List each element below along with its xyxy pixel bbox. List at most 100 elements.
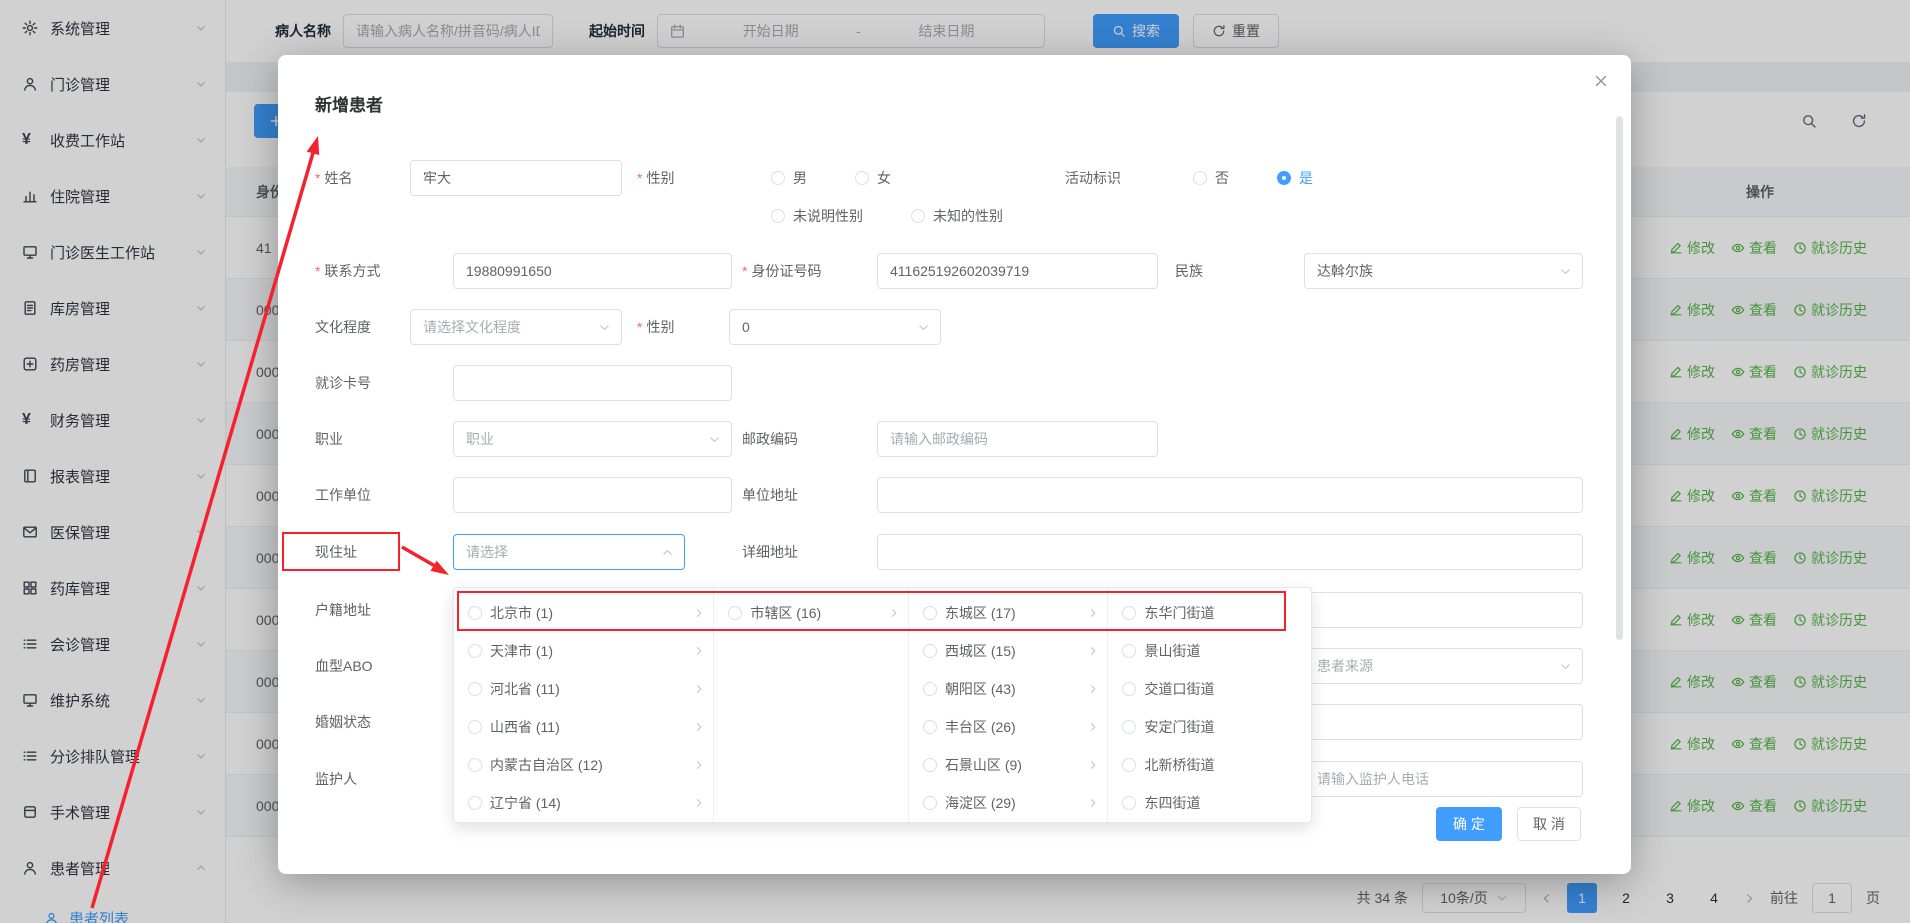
chevron-right-icon (693, 645, 705, 657)
detail-address-label: 详细地址 (742, 534, 798, 570)
visit-card-input[interactable] (453, 365, 732, 401)
address-cascader-dropdown: 北京市 (1) 天津市 (1) 河北省 (11) 山西省 (11) 内蒙古自治区… (453, 587, 1312, 823)
cascader-option-haidian[interactable]: 海淀区 (29) (909, 784, 1108, 822)
marital-status-input[interactable] (1304, 704, 1583, 740)
radio-icon (468, 606, 482, 620)
work-unit-label: 工作单位 (315, 477, 371, 513)
chevron-right-icon (1087, 759, 1099, 771)
radio-icon (1122, 758, 1136, 772)
modal-scrollbar[interactable] (1616, 116, 1623, 640)
guardian-phone-input[interactable] (1304, 761, 1583, 797)
cascader-option-shixiaqu[interactable]: 市辖区 (16) (714, 594, 908, 632)
radio-icon (1122, 720, 1136, 734)
cascader-street-column: 东华门街道 景山街道 交道口街道 安定门街道 北新桥街道 东四街道 (1108, 588, 1311, 822)
work-unit-input[interactable] (453, 477, 732, 513)
radio-icon (1122, 796, 1136, 810)
cascader-option-dongcheng[interactable]: 东城区 (17) (909, 594, 1108, 632)
patient-source-select[interactable]: 患者来源 (1304, 648, 1583, 684)
gender-code-select[interactable]: 0 (729, 309, 941, 345)
radio-icon (911, 209, 925, 223)
gender-radio-group: 男 女 (771, 160, 891, 196)
radio-icon (855, 171, 869, 185)
contact-label: 联系方式 (315, 253, 380, 289)
cascader-option-andingmen[interactable]: 安定门街道 (1108, 708, 1311, 746)
gender-code-label: 性别 (637, 309, 674, 345)
radio-icon (468, 644, 482, 658)
chevron-down-icon (1559, 660, 1572, 673)
radio-icon (923, 644, 937, 658)
gender-label: 性别 (637, 160, 674, 196)
unit-address-input[interactable] (877, 477, 1583, 513)
household-address-input[interactable] (1304, 592, 1583, 628)
chevron-right-icon (1087, 607, 1099, 619)
radio-icon (468, 720, 482, 734)
chevron-up-icon (661, 546, 674, 559)
chevron-right-icon (888, 607, 900, 619)
radio-icon (1122, 606, 1136, 620)
education-select[interactable]: 请选择文化程度 (410, 309, 622, 345)
gender-female-radio[interactable]: 女 (855, 168, 891, 188)
name-input[interactable] (410, 160, 622, 196)
cascader-option-donghuamen[interactable]: 东华门街道 (1108, 594, 1311, 632)
cascader-option-hebei[interactable]: 河北省 (11) (454, 670, 713, 708)
education-label: 文化程度 (315, 309, 371, 345)
current-address-select[interactable]: 请选择 (453, 534, 685, 570)
add-patient-modal: 新增患者 姓名 性别 男 女 活动标识 否 是 未说明性别 未知的性别 联系方式… (278, 55, 1631, 874)
guardian-label: 监护人 (315, 761, 357, 797)
chevron-right-icon (693, 797, 705, 809)
contact-input[interactable] (453, 253, 732, 289)
active-flag-label: 活动标识 (1065, 160, 1121, 196)
blood-type-label: 血型ABO (315, 648, 373, 684)
cascader-option-shanxi[interactable]: 山西省 (11) (454, 708, 713, 746)
active-flag-no-radio[interactable]: 否 (1193, 168, 1229, 188)
current-address-label: 现住址 (315, 534, 357, 570)
cascader-option-chaoyang[interactable]: 朝阳区 (43) (909, 670, 1108, 708)
chevron-right-icon (1087, 721, 1099, 733)
ethnicity-select[interactable]: 达斡尔族 (1304, 253, 1583, 289)
ethnicity-label: 民族 (1175, 253, 1203, 289)
active-flag-radio-group: 否 是 (1193, 160, 1313, 196)
household-address-label: 户籍地址 (315, 592, 371, 628)
chevron-down-icon (598, 321, 611, 334)
cascader-option-fengtai[interactable]: 丰台区 (26) (909, 708, 1108, 746)
cascader-option-beijing[interactable]: 北京市 (1) (454, 594, 713, 632)
cascader-option-xicheng[interactable]: 西城区 (15) (909, 632, 1108, 670)
gender-unstated-radio[interactable]: 未说明性别 (771, 206, 863, 226)
cancel-button[interactable]: 取 消 (1517, 807, 1581, 841)
radio-icon (923, 796, 937, 810)
cascader-option-shijingshan[interactable]: 石景山区 (9) (909, 746, 1108, 784)
cascader-district-column: 东城区 (17) 西城区 (15) 朝阳区 (43) 丰台区 (26) 石景山区… (909, 588, 1109, 822)
cascader-option-liaoning[interactable]: 辽宁省 (14) (454, 784, 713, 822)
cascader-option-jiaodaokou[interactable]: 交道口街道 (1108, 670, 1311, 708)
visit-card-label: 就诊卡号 (315, 365, 371, 401)
id-number-input[interactable] (877, 253, 1158, 289)
radio-icon (923, 606, 937, 620)
radio-icon (923, 682, 937, 696)
cascader-option-dongsi[interactable]: 东四街道 (1108, 784, 1311, 822)
cascader-province-column: 北京市 (1) 天津市 (1) 河北省 (11) 山西省 (11) 内蒙古自治区… (454, 588, 714, 822)
radio-icon (771, 209, 785, 223)
radio-icon (468, 796, 482, 810)
cascader-option-beixinqiao[interactable]: 北新桥街道 (1108, 746, 1311, 784)
cascader-city-column: 市辖区 (16) (714, 588, 909, 822)
gender-male-radio[interactable]: 男 (771, 168, 807, 188)
chevron-right-icon (693, 683, 705, 695)
gender-unknown-radio[interactable]: 未知的性别 (911, 206, 1003, 226)
radio-checked-icon (1277, 171, 1291, 185)
occupation-select[interactable]: 职业 (453, 421, 732, 457)
chevron-down-icon (708, 433, 721, 446)
active-flag-yes-radio[interactable]: 是 (1277, 168, 1313, 188)
radio-icon (468, 758, 482, 772)
cascader-option-tianjin[interactable]: 天津市 (1) (454, 632, 713, 670)
confirm-button[interactable]: 确 定 (1436, 807, 1502, 841)
postal-code-input[interactable] (877, 421, 1158, 457)
marital-status-label: 婚姻状态 (315, 704, 371, 740)
id-number-label: 身份证号码 (742, 253, 821, 289)
cascader-option-neimenggu[interactable]: 内蒙古自治区 (12) (454, 746, 713, 784)
detail-address-input[interactable] (877, 534, 1583, 570)
close-button[interactable] (1593, 73, 1609, 89)
unit-address-label: 单位地址 (742, 477, 798, 513)
radio-icon (1122, 682, 1136, 696)
postal-code-label: 邮政编码 (742, 421, 798, 457)
cascader-option-jingshan[interactable]: 景山街道 (1108, 632, 1311, 670)
